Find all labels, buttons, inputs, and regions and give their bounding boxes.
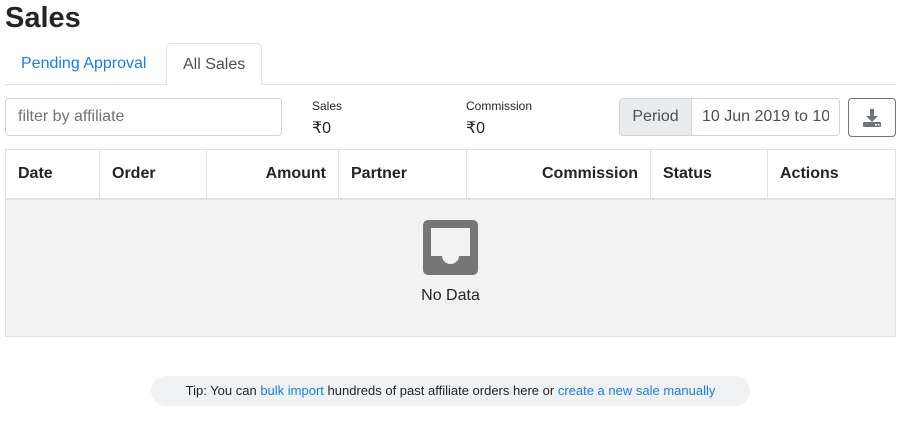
page-title: Sales xyxy=(5,2,81,34)
commission-stat-label: Commission xyxy=(466,99,533,113)
column-header-commission[interactable]: Commission xyxy=(467,150,651,198)
sales-table: Date Order Amount Partner Commission Sta… xyxy=(5,149,896,337)
sales-stat: Sales ₹0 xyxy=(312,99,342,138)
column-header-partner[interactable]: Partner xyxy=(339,150,467,198)
commission-stat: Commission ₹0 xyxy=(466,99,532,138)
column-header-actions[interactable]: Actions xyxy=(768,150,895,198)
empty-state: No Data xyxy=(6,200,895,336)
tab-all-sales[interactable]: All Sales xyxy=(166,43,263,85)
commission-stat-value: ₹0 xyxy=(466,120,486,137)
tip-prefix: Tip: You can xyxy=(185,383,261,398)
empty-state-text: No Data xyxy=(421,287,480,304)
download-icon xyxy=(863,108,881,127)
affiliate-filter-input[interactable] xyxy=(5,98,282,136)
column-header-date[interactable]: Date xyxy=(6,150,100,198)
column-header-status[interactable]: Status xyxy=(651,150,768,198)
column-header-order[interactable]: Order xyxy=(100,150,207,198)
tab-bar: Pending Approval All Sales xyxy=(5,43,896,85)
inbox-icon xyxy=(423,220,478,275)
bulk-import-link[interactable]: bulk import xyxy=(260,383,324,398)
download-button[interactable] xyxy=(848,98,896,137)
tip-middle: hundreds of past affiliate orders here o… xyxy=(323,383,558,398)
period-label: Period xyxy=(620,99,692,135)
period-input[interactable] xyxy=(692,99,839,135)
column-header-amount[interactable]: Amount xyxy=(207,150,339,198)
create-sale-link[interactable]: create a new sale manually xyxy=(558,383,716,398)
table-header: Date Order Amount Partner Commission Sta… xyxy=(6,150,895,200)
sales-stat-label: Sales xyxy=(312,99,343,113)
period-picker: Period xyxy=(619,98,840,136)
tip-banner: Tip: You can bulk import hundreds of pas… xyxy=(151,376,750,406)
sales-stat-value: ₹0 xyxy=(312,120,332,137)
tab-pending-approval[interactable]: Pending Approval xyxy=(5,43,162,85)
